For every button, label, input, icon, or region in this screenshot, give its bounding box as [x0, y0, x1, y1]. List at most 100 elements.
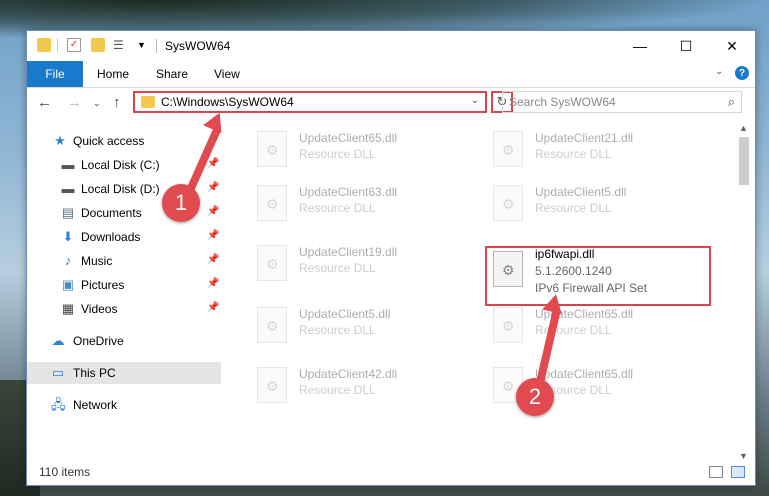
file-type: Resource DLL: [299, 383, 376, 397]
file-item[interactable]: UpdateClient65.dll Resource DLL: [251, 125, 481, 175]
sidebar-item-label: Videos: [81, 302, 118, 316]
new-folder-icon[interactable]: [91, 38, 105, 52]
folder-icon: [37, 38, 51, 52]
file-item[interactable]: UpdateClient42.dll Resource DLL: [251, 361, 481, 411]
file-name: UpdateClient21.dll: [535, 131, 634, 145]
file-item[interactable]: UpdateClient5.dll Resource DLL: [487, 179, 717, 229]
details-view-icon[interactable]: [709, 466, 723, 478]
address-path[interactable]: C:\Windows\SysWOW64: [161, 95, 294, 109]
drive-icon: ▬: [61, 181, 75, 196]
folder-icon: [141, 96, 155, 108]
navigation-pane: ★ Quick access ▬ Local Disk (C:) 📌 ▬ Loc…: [27, 121, 221, 469]
search-input[interactable]: Search SysWOW64 ⌕: [502, 91, 742, 113]
file-item[interactable]: UpdateClient63.dll Resource DLL: [251, 179, 481, 229]
tab-share[interactable]: Share: [156, 67, 188, 81]
scroll-up-icon[interactable]: ▲: [739, 123, 748, 133]
window-title: SysWOW64: [165, 39, 231, 53]
ribbon-tabs: File Home Share View ⌄ ?: [27, 61, 755, 88]
sidebar-item-label: OneDrive: [73, 334, 124, 348]
dll-file-icon: [257, 367, 287, 403]
title-bar: ✓ ☰ ▼ SysWOW64 — ☐ ✕: [27, 31, 755, 61]
step-badge-2: 2: [516, 378, 554, 416]
tab-file[interactable]: File: [27, 61, 83, 87]
sidebar-item-local-disk-c[interactable]: ▬ Local Disk (C:) 📌: [27, 154, 221, 176]
sidebar-item-quick-access[interactable]: ★ Quick access: [27, 130, 221, 152]
help-icon[interactable]: ?: [735, 66, 749, 80]
file-list: UpdateClient65.dll Resource DLL UpdateCl…: [223, 121, 735, 467]
sidebar-item-label: Documents: [81, 206, 142, 220]
file-type: Resource DLL: [299, 201, 376, 215]
file-item[interactable]: UpdateClient19.dll Resource DLL: [251, 239, 481, 289]
pin-icon[interactable]: 📌: [207, 158, 219, 169]
dll-file-icon: [493, 131, 523, 167]
dll-file-icon: [493, 307, 523, 343]
vertical-scrollbar[interactable]: ▲ ▼: [735, 121, 753, 467]
file-item[interactable]: UpdateClient65.dll Resource DLL: [487, 301, 717, 351]
file-name: UpdateClient42.dll: [299, 367, 398, 381]
pin-icon[interactable]: 📌: [207, 182, 219, 193]
tab-view[interactable]: View: [214, 67, 240, 81]
maximize-button[interactable]: ☐: [663, 31, 709, 61]
close-button[interactable]: ✕: [709, 31, 755, 61]
large-icons-view-icon[interactable]: [731, 466, 745, 478]
file-type: Resource DLL: [535, 147, 612, 161]
pc-icon: ▭: [51, 365, 65, 380]
sidebar-item-label: Quick access: [73, 134, 145, 148]
recent-locations-icon[interactable]: ⌄: [93, 98, 101, 109]
highlight-box: [485, 246, 711, 306]
up-arrow-icon[interactable]: ↑: [113, 94, 121, 111]
divider: [57, 38, 58, 52]
search-icon[interactable]: ⌕: [728, 94, 735, 110]
properties-icon[interactable]: ✓: [67, 38, 81, 52]
navigation-bar: ← → ⌄ ↑ C:\Windows\SysWOW64 ⌄ ↻ Search S…: [27, 88, 755, 118]
file-type: Resource DLL: [299, 323, 376, 337]
file-name: UpdateClient5.dll: [299, 307, 391, 321]
file-name: UpdateClient65.dll: [299, 131, 398, 145]
sidebar-item-pictures[interactable]: ▣ Pictures 📌: [27, 274, 221, 296]
star-icon: ★: [54, 133, 66, 148]
pin-icon[interactable]: 📌: [207, 206, 219, 217]
sidebar-item-this-pc[interactable]: ▭ This PC: [27, 362, 221, 384]
pin-icon[interactable]: 📌: [207, 230, 219, 241]
chevron-down-icon[interactable]: ⌄: [471, 95, 479, 106]
back-arrow-icon[interactable]: ←: [37, 94, 52, 111]
dll-file-icon: [257, 245, 287, 281]
step-badge-1: 1: [162, 184, 200, 222]
file-name: UpdateClient63.dll: [299, 185, 398, 199]
customize-toolbar-icon[interactable]: ☰: [113, 38, 127, 52]
chevron-down-icon[interactable]: ▼: [137, 38, 151, 52]
dll-file-icon: [257, 131, 287, 167]
expand-ribbon-icon[interactable]: ⌄: [715, 66, 723, 77]
dll-file-icon: [257, 307, 287, 343]
drive-icon: ▬: [61, 157, 75, 172]
status-bar: 110 items: [27, 461, 755, 485]
sidebar-item-downloads[interactable]: ⬇ Downloads 📌: [27, 226, 221, 248]
sidebar-item-label: This PC: [73, 366, 116, 380]
sidebar-item-label: Local Disk (D:): [81, 182, 160, 196]
cloud-icon: ☁: [51, 333, 65, 348]
pin-icon[interactable]: 📌: [207, 254, 219, 265]
dll-file-icon: [257, 185, 287, 221]
address-bar[interactable]: C:\Windows\SysWOW64 ⌄: [133, 91, 487, 113]
tab-home[interactable]: Home: [97, 67, 129, 81]
pin-icon[interactable]: 📌: [207, 302, 219, 313]
sidebar-item-onedrive[interactable]: ☁ OneDrive: [27, 330, 221, 352]
file-type: Resource DLL: [535, 201, 612, 215]
music-icon: ♪: [64, 253, 72, 268]
pin-icon[interactable]: 📌: [207, 278, 219, 289]
sidebar-item-network[interactable]: 🖧 Network: [27, 394, 221, 416]
file-type: Resource DLL: [299, 147, 376, 161]
sidebar-item-music[interactable]: ♪ Music 📌: [27, 250, 221, 272]
network-icon: 🖧: [51, 397, 66, 412]
file-item[interactable]: UpdateClient21.dll Resource DLL: [487, 125, 717, 175]
file-item[interactable]: UpdateClient5.dll Resource DLL: [251, 301, 481, 351]
pictures-icon: ▣: [61, 277, 75, 292]
scroll-down-icon[interactable]: ▼: [739, 451, 748, 461]
file-name: UpdateClient19.dll: [299, 245, 398, 259]
explorer-window: ✓ ☰ ▼ SysWOW64 — ☐ ✕ File Home Share Vie…: [26, 30, 756, 486]
forward-arrow-icon[interactable]: →: [67, 94, 82, 111]
sidebar-item-videos[interactable]: ▦ Videos 📌: [27, 298, 221, 320]
minimize-button[interactable]: —: [617, 31, 663, 61]
sidebar-item-label: Downloads: [81, 230, 141, 244]
scroll-thumb[interactable]: [739, 137, 749, 185]
